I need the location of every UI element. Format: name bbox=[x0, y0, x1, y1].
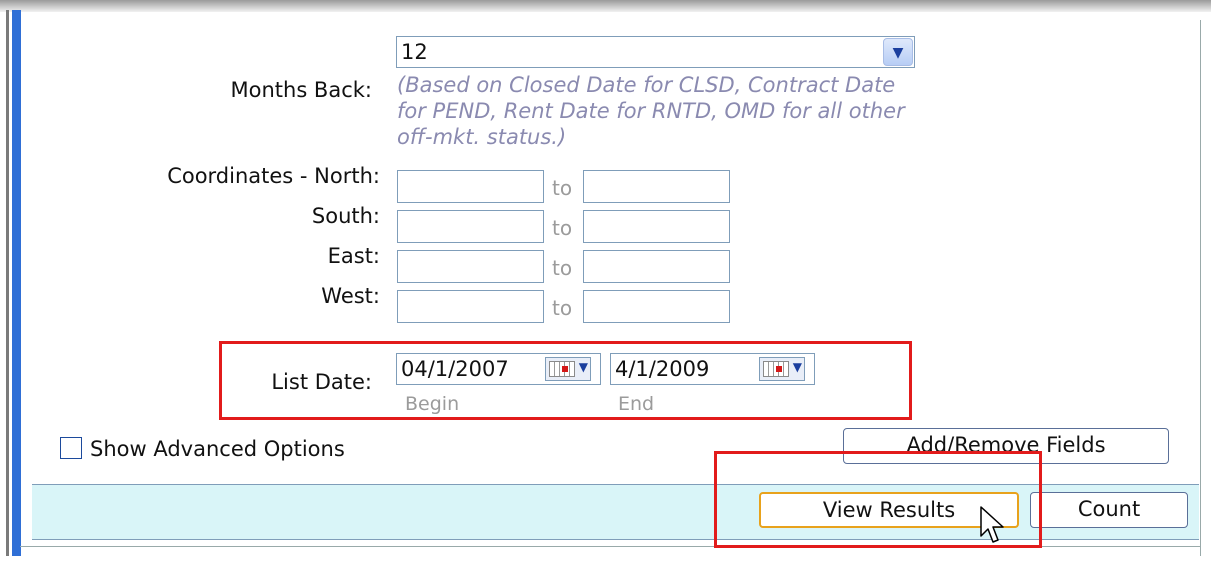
mouse-pointer-icon bbox=[980, 506, 1004, 543]
east-to-label: to bbox=[552, 256, 573, 280]
calendar-icon[interactable]: ▼ bbox=[759, 357, 805, 381]
coordinates-south-label: South: bbox=[311, 204, 380, 228]
months-back-label: Months Back: bbox=[230, 78, 373, 102]
south-to-label: to bbox=[552, 216, 573, 240]
list-date-end-field[interactable]: 4/1/2009 ▼ bbox=[610, 353, 815, 385]
list-date-end-caption: End bbox=[618, 393, 655, 415]
show-advanced-options-checkbox[interactable] bbox=[60, 437, 82, 459]
south-to-input[interactable] bbox=[583, 210, 730, 243]
north-to-input[interactable] bbox=[583, 170, 730, 203]
west-from-input[interactable] bbox=[397, 290, 544, 323]
coordinates-north-label: Coordinates - North: bbox=[167, 164, 380, 188]
south-from-input[interactable] bbox=[397, 210, 544, 243]
list-date-begin-field[interactable]: 04/1/2007 ▼ bbox=[396, 353, 601, 385]
west-to-label: to bbox=[552, 296, 573, 320]
window-top-shadow bbox=[0, 0, 1211, 12]
west-to-input[interactable] bbox=[583, 290, 730, 323]
left-accent-bar bbox=[12, 10, 21, 556]
north-to-label: to bbox=[552, 176, 573, 200]
east-from-input[interactable] bbox=[397, 250, 544, 283]
list-date-begin-value: 04/1/2007 bbox=[401, 357, 509, 381]
list-date-begin-caption: Begin bbox=[405, 393, 460, 415]
coordinates-east-label: East: bbox=[327, 244, 380, 268]
east-to-input[interactable] bbox=[583, 250, 730, 283]
months-back-hint: (Based on Closed Date for CLSD, Contract… bbox=[397, 73, 905, 149]
calendar-icon[interactable]: ▼ bbox=[545, 357, 591, 381]
chevron-down-icon[interactable]: ▼ bbox=[883, 38, 913, 66]
months-back-select[interactable]: 12 ▼ bbox=[396, 36, 915, 68]
north-from-input[interactable] bbox=[397, 170, 544, 203]
months-back-value: 12 bbox=[401, 40, 428, 64]
right-frame-line bbox=[1200, 20, 1201, 556]
list-date-end-value: 4/1/2009 bbox=[615, 357, 710, 381]
list-date-label: List Date: bbox=[271, 370, 372, 394]
show-advanced-options-label[interactable]: Show Advanced Options bbox=[90, 437, 345, 461]
left-frame-line bbox=[6, 10, 9, 556]
coordinates-west-label: West: bbox=[321, 284, 380, 308]
count-button[interactable]: Count bbox=[1030, 492, 1188, 528]
